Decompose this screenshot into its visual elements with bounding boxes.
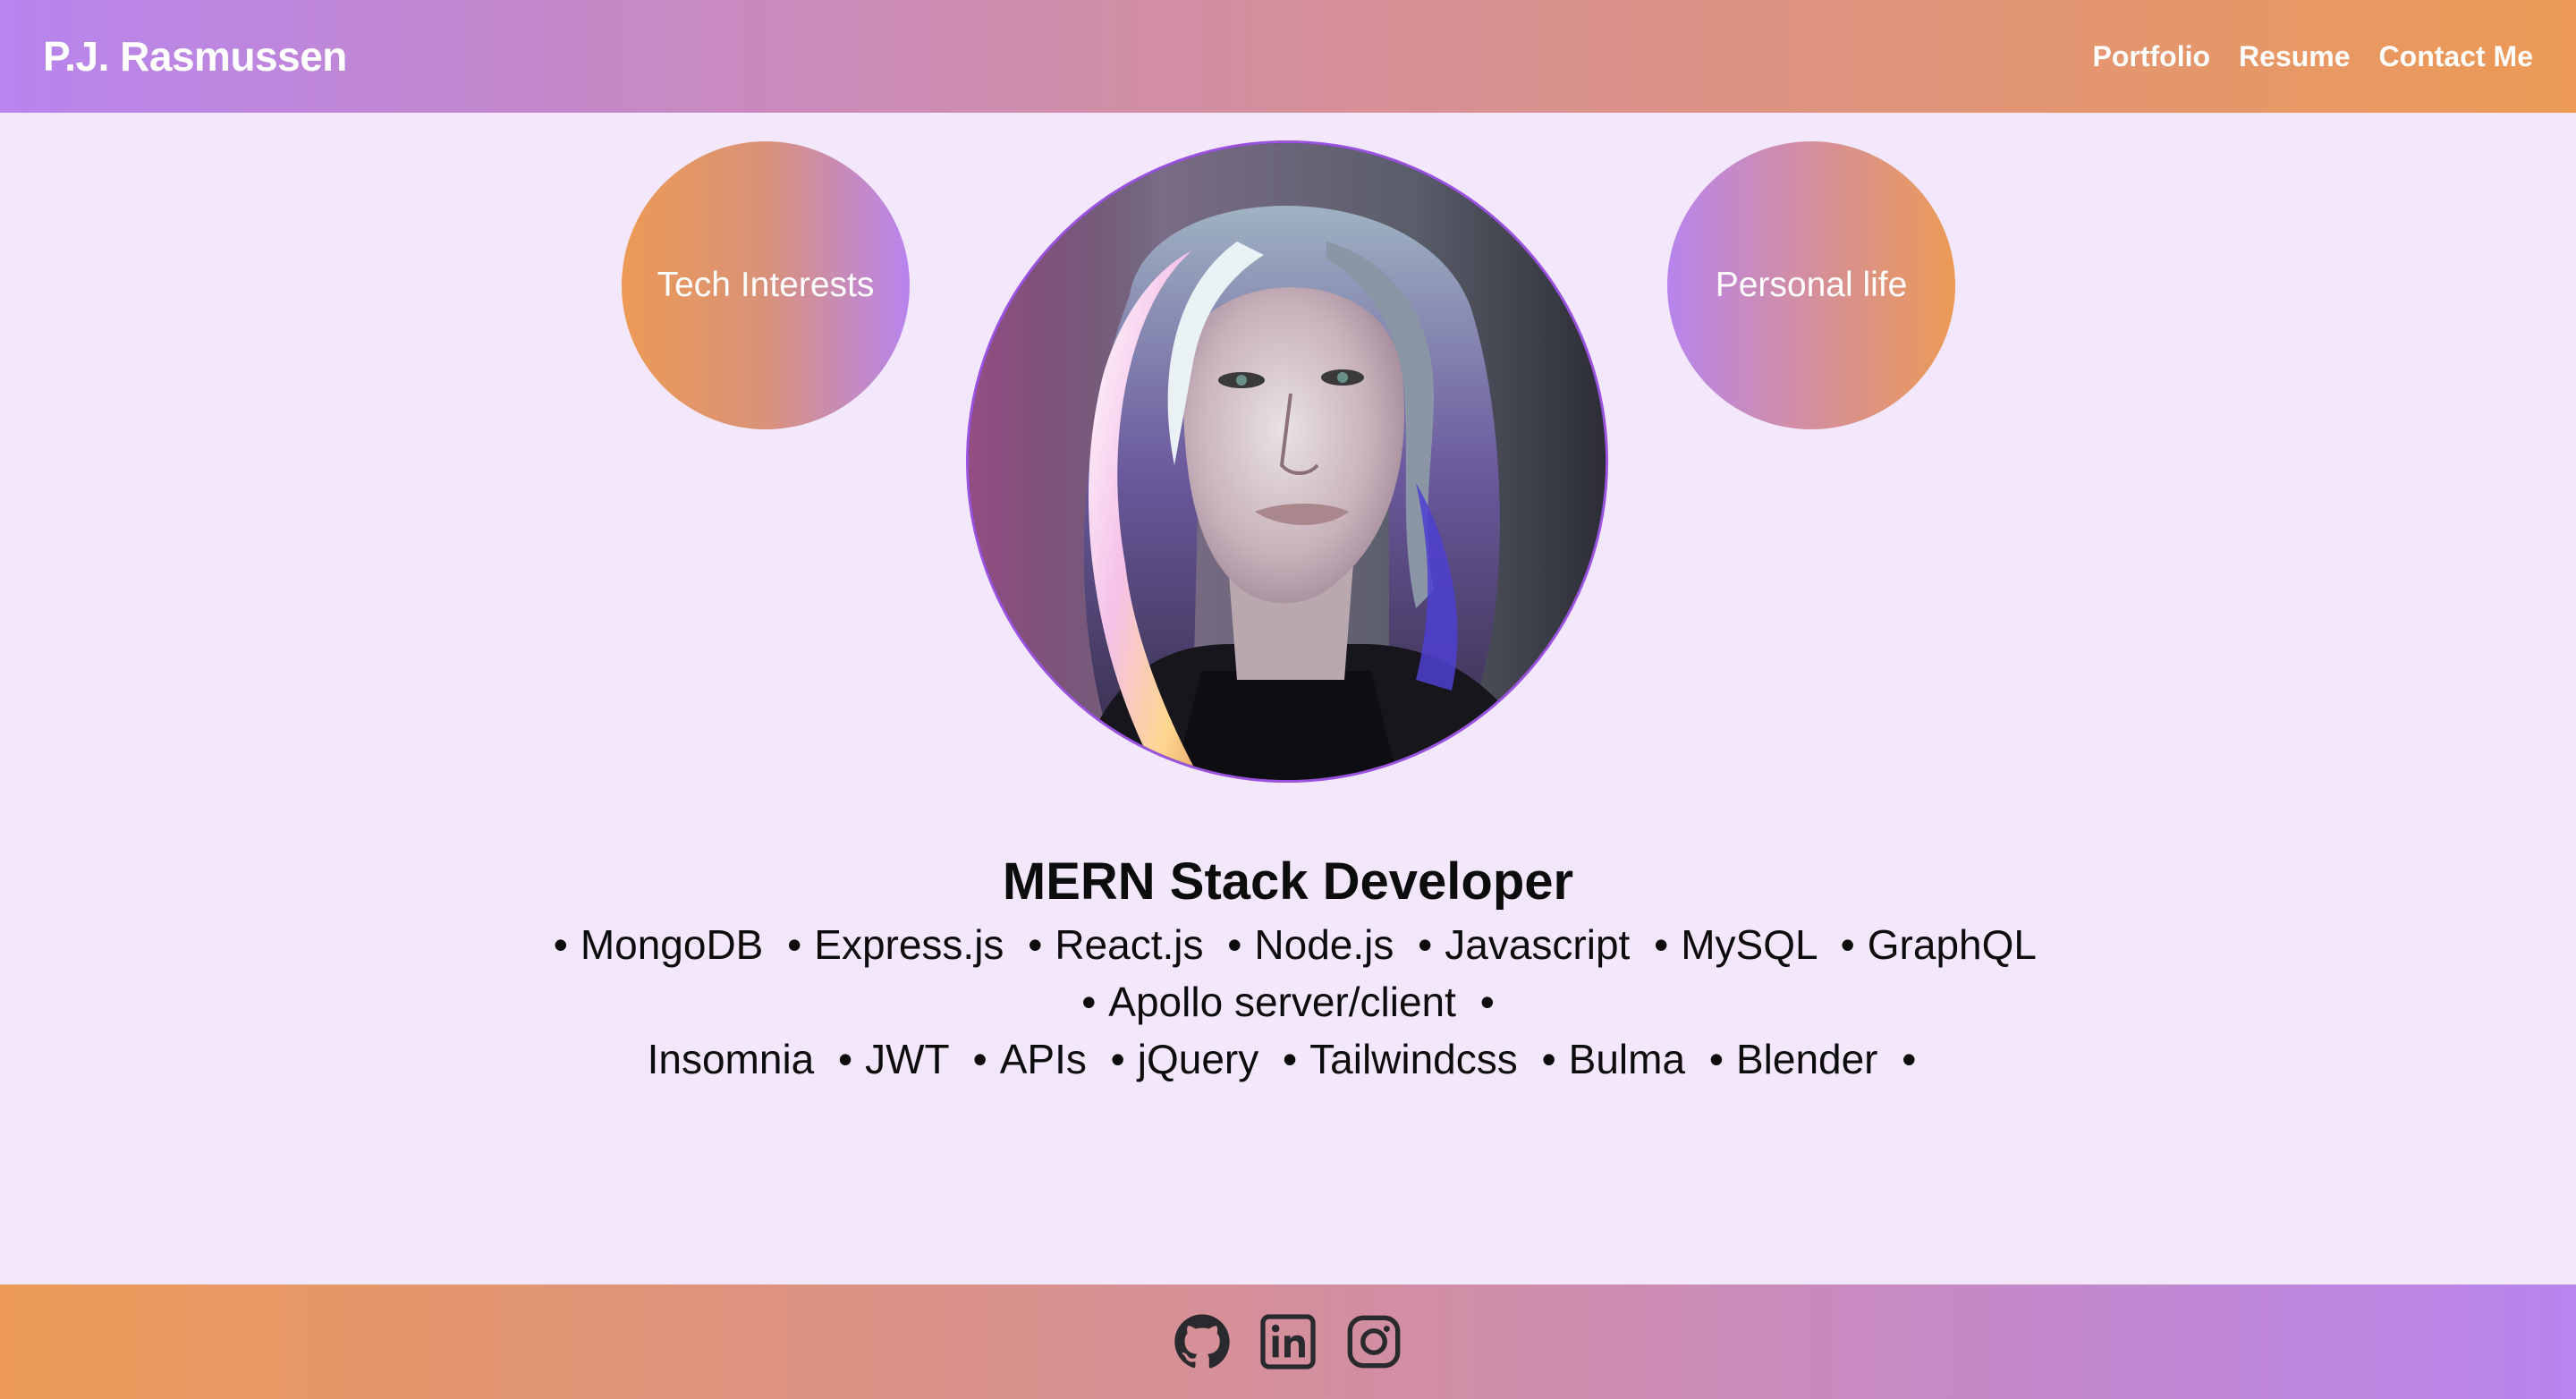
skill-item: Bulma	[1568, 1036, 1686, 1082]
linkedin-link[interactable]	[1259, 1313, 1317, 1370]
bullet-separator: •	[787, 921, 802, 968]
github-icon	[1174, 1314, 1230, 1369]
portrait-image	[969, 143, 1606, 780]
bullet-separator: •	[1028, 921, 1043, 968]
skill-item: JWT	[865, 1036, 949, 1082]
linkedin-icon	[1260, 1314, 1316, 1369]
avatar	[966, 140, 1608, 783]
skill-item: Apollo server/client	[1108, 979, 1456, 1025]
skills-list: • MongoDB • Express.js • React.js • Node.js …	[349, 916, 2227, 1088]
page: P.J. Rasmussen Portfolio Resume Contact …	[0, 0, 2576, 1399]
skill-item: MongoDB	[580, 921, 764, 968]
bullet-separator: •	[1418, 921, 1433, 968]
skill-item: Express.js	[814, 921, 1004, 968]
instagram-icon	[1347, 1315, 1401, 1369]
site-footer	[0, 1285, 2576, 1399]
main-nav: Portfolio Resume Contact Me	[2093, 0, 2533, 113]
nav-resume[interactable]: Resume	[2239, 40, 2351, 73]
bullet-separator: •	[972, 1036, 987, 1082]
bullet-separator: •	[1081, 979, 1097, 1025]
bullet-separator: •	[1840, 921, 1855, 968]
bullet-separator: •	[1902, 1036, 1917, 1082]
nav-contact-me[interactable]: Contact Me	[2379, 40, 2533, 73]
skill-item: Javascript	[1445, 921, 1631, 968]
instagram-link[interactable]	[1345, 1313, 1402, 1370]
bullet-separator: •	[1283, 1036, 1298, 1082]
github-link[interactable]	[1174, 1313, 1231, 1370]
bullet-separator: •	[553, 921, 568, 968]
skill-item: jQuery	[1137, 1036, 1259, 1082]
tech-interests-bubble[interactable]: Tech Interests	[622, 141, 910, 429]
skill-item: Insomnia	[647, 1036, 815, 1082]
bullet-separator: •	[1708, 1036, 1724, 1082]
headline: MERN Stack Developer	[1002, 852, 1574, 911]
skill-item: Blender	[1735, 1036, 1878, 1082]
bullet-separator: •	[1541, 1036, 1556, 1082]
skill-item: Tailwindcss	[1309, 1036, 1518, 1082]
skill-item: React.js	[1055, 921, 1204, 968]
site-header: P.J. Rasmussen Portfolio Resume Contact …	[0, 0, 2576, 113]
bullet-separator: •	[1110, 1036, 1125, 1082]
bullet-separator: •	[1227, 921, 1242, 968]
tech-interests-label: Tech Interests	[657, 266, 875, 304]
brand-name[interactable]: P.J. Rasmussen	[43, 0, 347, 113]
nav-portfolio[interactable]: Portfolio	[2093, 40, 2211, 73]
skill-item: MySQL	[1681, 921, 1817, 968]
personal-life-label: Personal life	[1715, 266, 1908, 304]
skill-item: APIs	[999, 1036, 1087, 1082]
bullet-separator: •	[1479, 979, 1495, 1025]
personal-life-bubble[interactable]: Personal life	[1667, 141, 1955, 429]
bullet-separator: •	[1654, 921, 1669, 968]
bullet-separator: •	[838, 1036, 853, 1082]
skill-item: GraphQL	[1867, 921, 2036, 968]
skill-item: Node.js	[1254, 921, 1394, 968]
